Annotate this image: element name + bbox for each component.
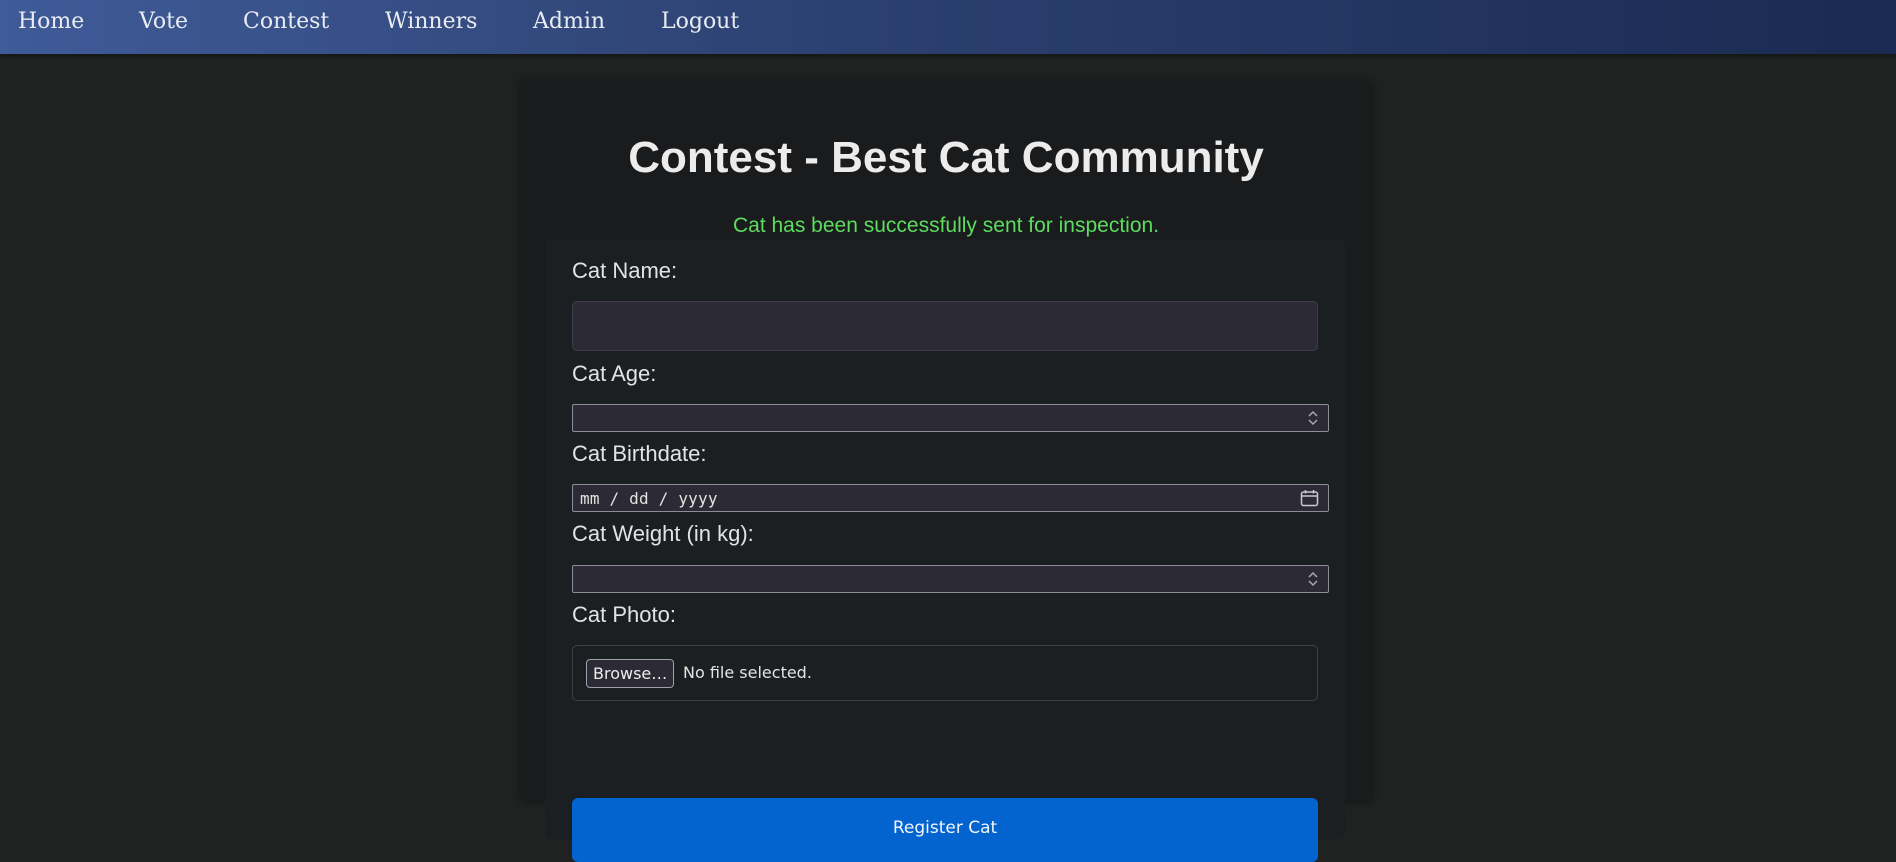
page-title: Contest - Best Cat Community (628, 133, 1264, 182)
cat-weight-label: Cat Weight (in kg): (572, 521, 754, 546)
contest-panel: Contest - Best Cat Community Cat has bee… (521, 81, 1371, 862)
calendar-icon[interactable] (1300, 489, 1319, 507)
success-message: Cat has been successfully sent for inspe… (732, 214, 1160, 237)
register-cat-form: Cat Name: Cat Age: Cat Birthdate: mm / d… (545, 239, 1345, 862)
cat-weight-input[interactable] (572, 565, 1329, 593)
nav-link-winners[interactable]: Winners (385, 9, 477, 34)
spinner-arrows-icon[interactable] (1307, 408, 1319, 428)
nav-link-vote[interactable]: Vote (139, 9, 188, 34)
file-status-text: No file selected. (683, 663, 812, 682)
cat-photo-input[interactable]: Browse… No file selected. (572, 645, 1318, 701)
cat-birthdate-label: Cat Birthdate: (572, 441, 707, 466)
browse-button[interactable]: Browse… (586, 659, 675, 688)
birthdate-placeholder: mm / dd / yyyy (580, 489, 718, 508)
cat-photo-label: Cat Photo: (572, 602, 676, 627)
cat-name-label: Cat Name: (572, 258, 678, 283)
top-navbar: Home Vote Contest Winners Admin Logout (0, 0, 1896, 54)
spinner-arrows-icon[interactable] (1307, 569, 1319, 589)
cat-age-label: Cat Age: (572, 361, 657, 386)
nav-link-logout[interactable]: Logout (661, 9, 739, 34)
cat-name-input[interactable] (572, 301, 1318, 351)
nav-link-home[interactable]: Home (18, 9, 84, 34)
register-cat-button[interactable]: Register Cat (572, 798, 1318, 862)
cat-birthdate-input[interactable]: mm / dd / yyyy (572, 484, 1329, 512)
register-cat-button-label: Register Cat (892, 818, 998, 838)
nav-link-contest[interactable]: Contest (243, 9, 329, 34)
cat-age-input[interactable] (572, 404, 1329, 432)
nav-link-admin[interactable]: Admin (533, 9, 605, 34)
